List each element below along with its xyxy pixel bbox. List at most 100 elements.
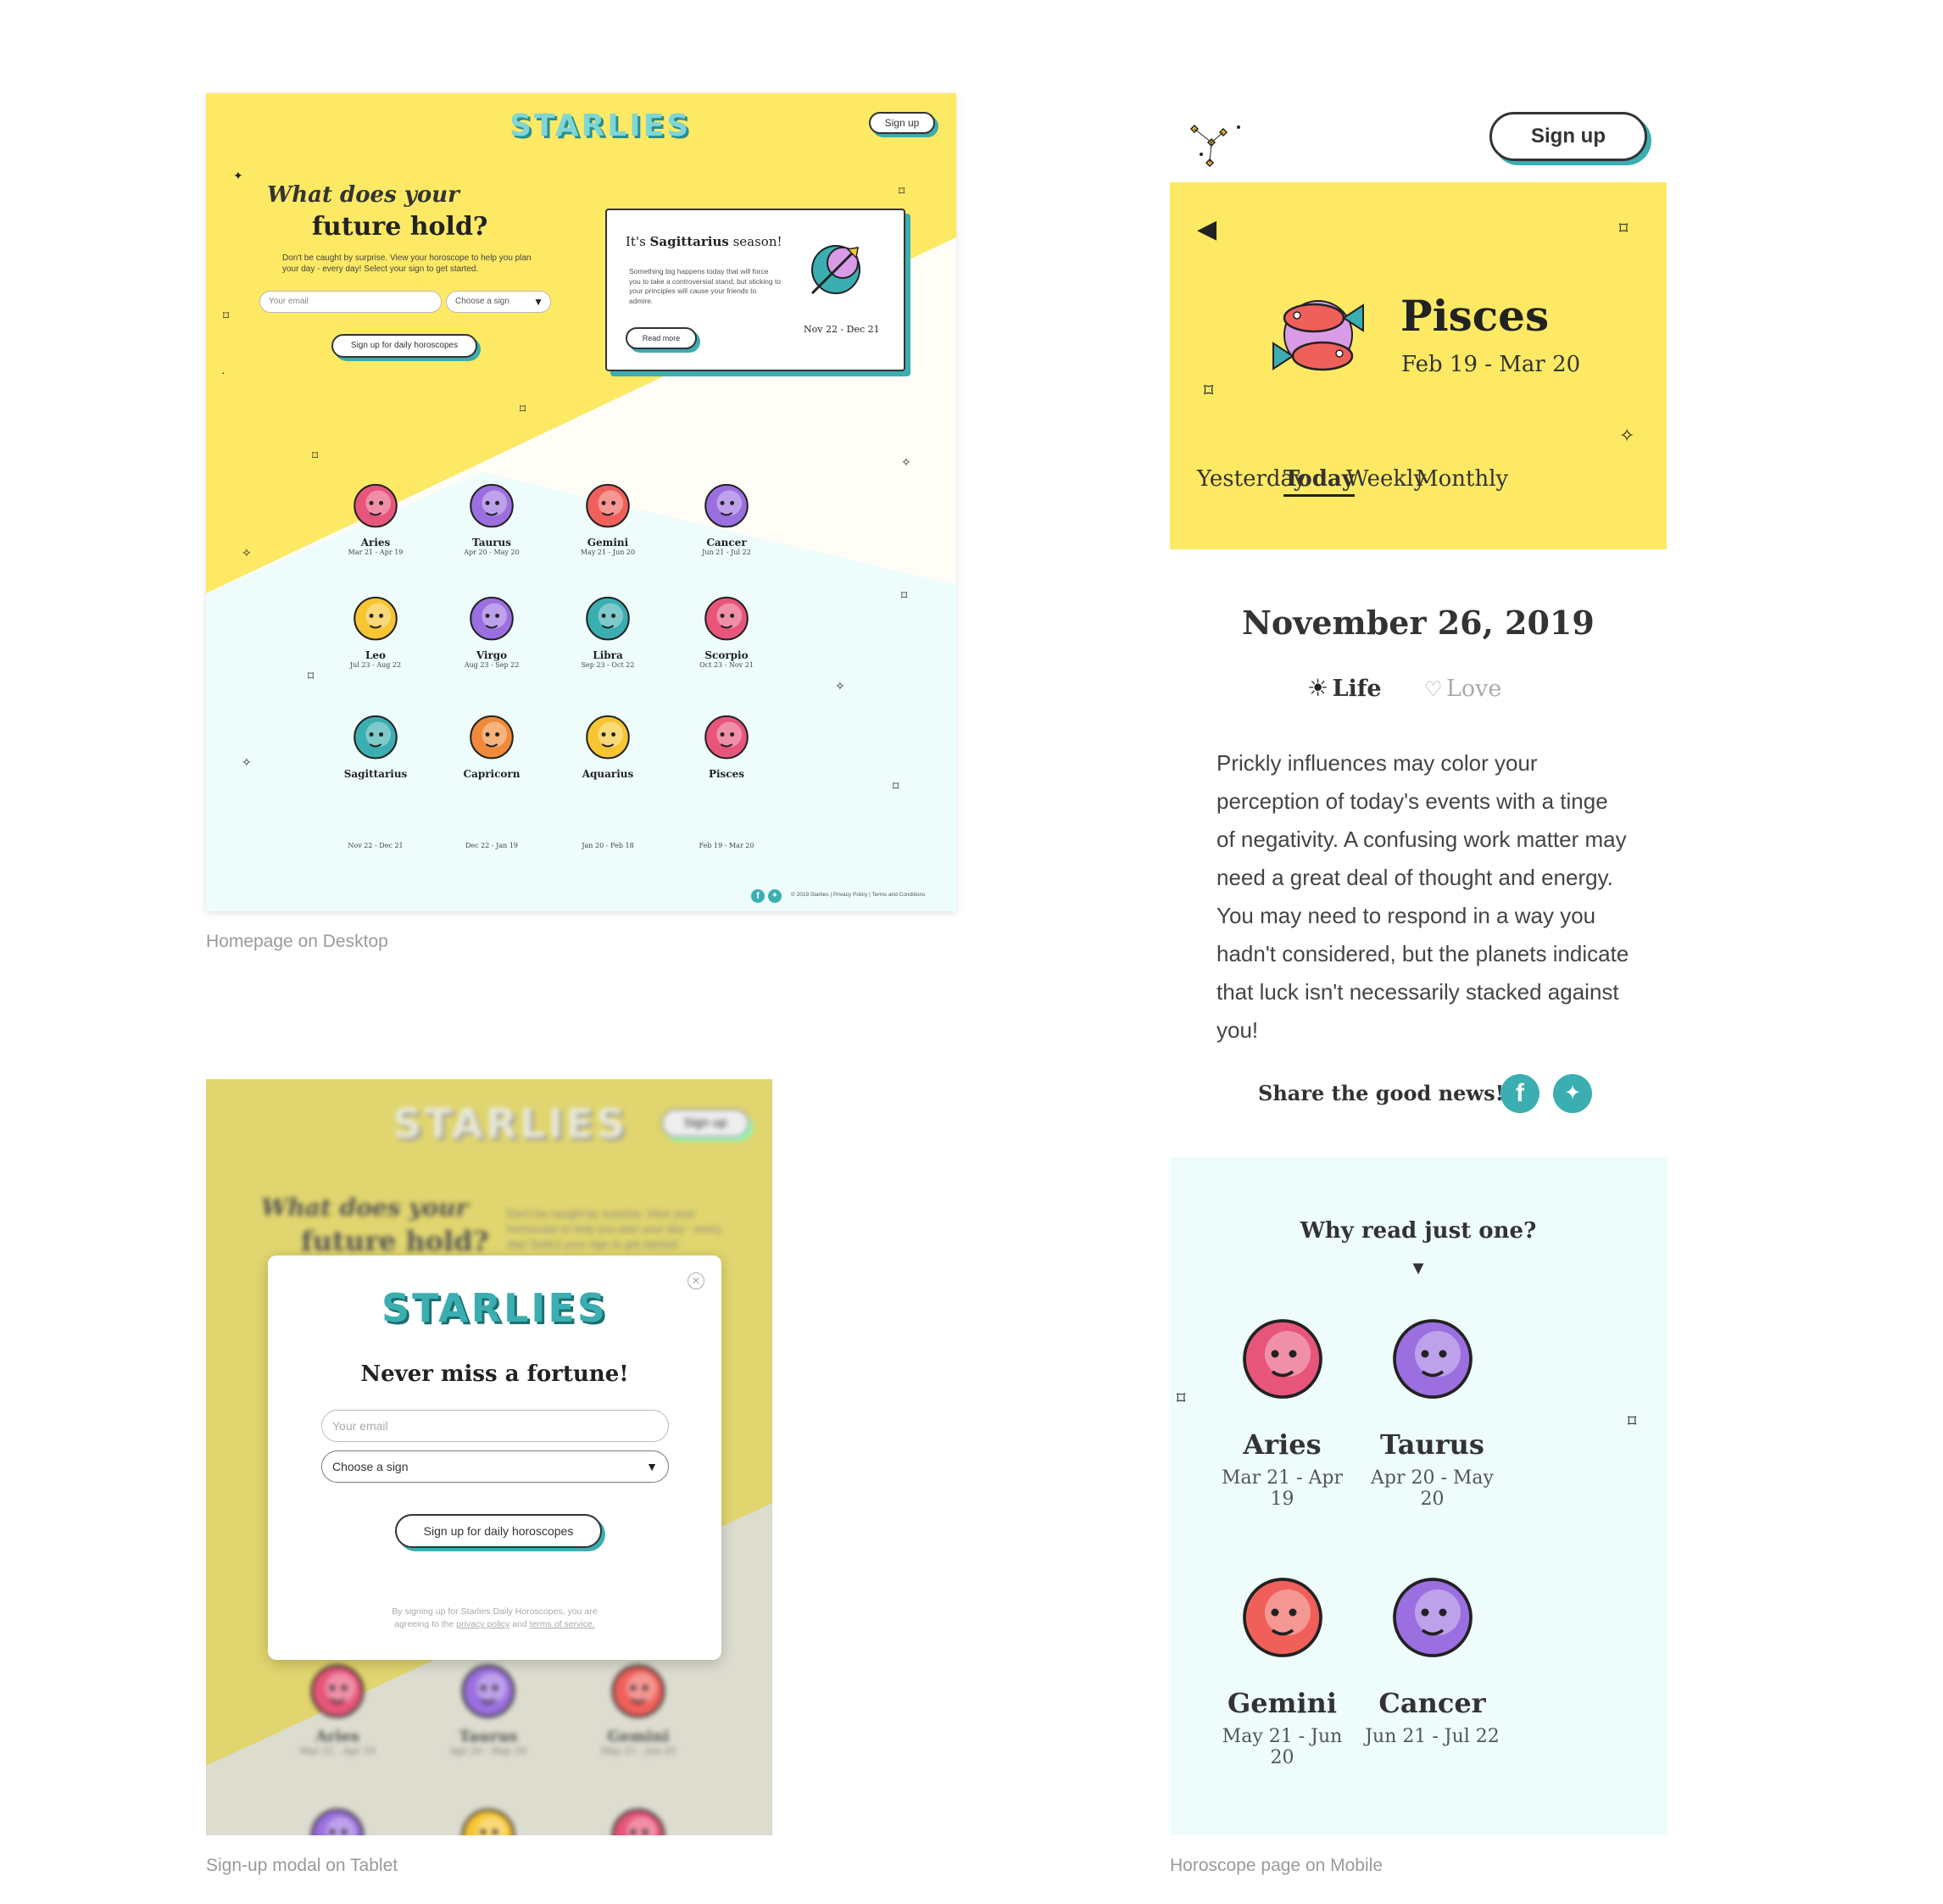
sign-dates: Sep 23 - Oct 22 xyxy=(581,661,635,669)
tab-love-label: Love xyxy=(1445,676,1502,702)
tablet-sign-taurus: Taurus Apr 20 - May 20 xyxy=(442,1656,535,1756)
sign-card-leo[interactable]: Leo Jul 23 - Aug 22 xyxy=(337,589,414,669)
tablet-signup-button: Sign up xyxy=(661,1109,749,1138)
cancer-icon xyxy=(704,483,749,528)
back-arrow-icon[interactable]: ◀ xyxy=(1197,214,1216,244)
sign-dates: May 21 - Jun 20 xyxy=(580,548,636,556)
sign-icon-wrap xyxy=(570,476,646,537)
tablet-sign-aries: Aries Mar 21 - Apr 19 xyxy=(291,1656,384,1756)
taurus-icon xyxy=(470,483,514,528)
constellation-icon[interactable] xyxy=(1183,110,1250,178)
sparkle-icon: ⌑ xyxy=(312,448,319,462)
tablet-caption: Sign-up modal on Tablet xyxy=(206,1856,398,1875)
twitter-icon[interactable]: ✦ xyxy=(1553,1074,1592,1113)
tab-love[interactable]: ♡ Love xyxy=(1424,676,1501,702)
aries-icon xyxy=(354,483,398,528)
terms-of-service-link[interactable]: terms of service. xyxy=(530,1619,595,1629)
sign-name: Sagittarius xyxy=(343,768,408,780)
sign-dates: Mar 21 - Apr 19 xyxy=(348,548,404,556)
sign-name: Cancer xyxy=(1378,1687,1486,1719)
sign-card-sagittarius[interactable]: Sagittarius Nov 22 - Dec 21 xyxy=(337,708,414,849)
libra-icon xyxy=(586,596,630,641)
sign-card-aries[interactable]: Aries Mar 21 - Apr 19 xyxy=(337,476,414,556)
sparkle-icon: ✧ xyxy=(242,755,252,769)
sign-header: ◀ ⌑ ⌑ ✧ Pisces Feb 19 - Mar 20 Yesterday… xyxy=(1170,182,1667,549)
sign-icon-wrap xyxy=(688,589,765,649)
heart-icon: ♡ xyxy=(1424,678,1443,701)
season-card: It's Sagittarius season! Something big h… xyxy=(605,209,905,371)
sign-card-virgo[interactable]: Virgo Aug 23 - Sep 22 xyxy=(454,589,530,669)
sparkle-icon: ⌑ xyxy=(893,779,899,793)
scorpio-icon xyxy=(704,596,749,641)
sign-icon-wrap xyxy=(454,589,530,649)
desktop-email-input[interactable]: Your email xyxy=(259,291,442,313)
signup-modal: ✕ STARLIES Never miss a fortune! Your em… xyxy=(268,1255,721,1660)
modal-email-input[interactable]: Your email xyxy=(321,1410,669,1442)
tablet-modal-panel: STARLIES Sign up What does your future h… xyxy=(206,1079,772,1835)
tab-life[interactable]: ☀ Life xyxy=(1307,674,1382,702)
modal-legal-line-2: agreeing to the privacy policy and terms… xyxy=(268,1619,721,1629)
desktop-cta-button[interactable]: Sign up for daily horoscopes xyxy=(331,334,477,358)
sign-card-libra[interactable]: Libra Sep 23 - Oct 22 xyxy=(570,589,646,669)
sign-name: Taurus xyxy=(459,1728,518,1745)
chevron-down-icon: ▼ xyxy=(646,1460,658,1473)
sign-card-scorpio[interactable]: Scorpio Oct 23 - Nov 21 xyxy=(688,589,765,669)
sign-card-capricorn[interactable]: Capricorn Dec 22 - Jan 19 xyxy=(454,708,530,849)
hero-description: Don't be caught by surprise. View your h… xyxy=(282,253,532,274)
tab-monthly[interactable]: Monthly xyxy=(1416,466,1508,492)
modal-legal-line-1: By signing up for Starlies Daily Horosco… xyxy=(392,1606,598,1617)
sign-dates: Jun 21 - Jul 22 xyxy=(1365,1726,1500,1747)
mobile-signup-button[interactable]: Sign up xyxy=(1489,112,1647,161)
sign-card-cancer[interactable]: Cancer Jun 21 - Jul 22 xyxy=(688,476,765,556)
season-dates: Nov 22 - Dec 21 xyxy=(804,324,880,335)
sign-icon-wrap xyxy=(688,476,765,537)
twitter-icon[interactable]: ✦ xyxy=(768,889,782,903)
desktop-sign-select[interactable]: Choose a sign ▼ xyxy=(446,291,551,313)
tab-weekly[interactable]: Weekly xyxy=(1346,466,1426,492)
privacy-policy-link[interactable]: privacy policy xyxy=(456,1619,509,1629)
sparkle-icon: ⌑ xyxy=(1619,220,1628,238)
aries-icon xyxy=(310,1664,365,1718)
hero-line-2: future hold? xyxy=(312,212,488,242)
read-more-button[interactable]: Read more xyxy=(626,327,697,349)
sign-dates: Nov 22 - Dec 21 xyxy=(348,842,404,849)
sign-card-pisces[interactable]: Pisces Feb 19 - Mar 20 xyxy=(688,708,765,849)
sign-name: Aries xyxy=(1243,1428,1322,1461)
tab-today[interactable]: Today xyxy=(1283,466,1355,497)
sign-card-aquarius[interactable]: Aquarius Jan 20 - Feb 18 xyxy=(570,708,646,849)
category-tabs: ☀ Life ♡ Love xyxy=(1170,674,1667,708)
modal-sign-select-label: Choose a sign xyxy=(332,1460,409,1473)
facebook-icon[interactable]: f xyxy=(751,889,765,903)
sign-name: Libra xyxy=(593,649,623,661)
tablet-sign-icon-partial xyxy=(303,1800,371,1835)
sign-dates: Aug 23 - Sep 22 xyxy=(464,661,520,669)
modal-sign-select[interactable]: Choose a sign ▼ xyxy=(321,1450,669,1483)
sign-card-gemini[interactable]: Gemini May 21 - Jun 20 xyxy=(570,476,646,556)
sign-name: Taurus xyxy=(471,537,512,548)
tab-life-label: Life xyxy=(1332,676,1382,702)
period-tabs: Yesterday Today Weekly Monthly xyxy=(1170,466,1667,509)
sign-name: Gemini xyxy=(1227,1687,1338,1719)
sign-name: Leo xyxy=(365,649,387,661)
more-sign-card-gemini[interactable]: Gemini May 21 - Jun 20 xyxy=(1208,1564,1356,1768)
facebook-icon[interactable]: f xyxy=(1500,1074,1539,1113)
season-body: Something big happens today that will fo… xyxy=(629,267,782,305)
season-title: It's Sagittarius season! xyxy=(626,234,782,249)
more-sign-card-taurus[interactable]: Taurus Apr 20 - May 20 xyxy=(1358,1306,1506,1510)
more-sign-card-cancer[interactable]: Cancer Jun 21 - Jul 22 xyxy=(1358,1564,1506,1747)
sign-icon-wrap xyxy=(337,589,414,649)
desktop-logo[interactable]: STARLIES xyxy=(509,109,691,143)
sparkle-icon: ⌑ xyxy=(899,184,905,198)
more-signs-section: Why read just one? ▼ ⌑ ⌑ Aries Mar 21 - A… xyxy=(1170,1157,1667,1835)
mobile-caption: Horoscope page on Mobile xyxy=(1170,1856,1383,1875)
modal-cta-button[interactable]: Sign up for daily horoscopes xyxy=(395,1514,602,1548)
more-sign-card-aries[interactable]: Aries Mar 21 - Apr 19 xyxy=(1208,1306,1356,1510)
sign-card-taurus[interactable]: Taurus Apr 20 - May 20 xyxy=(454,476,530,556)
sparkle-icon: · xyxy=(221,365,225,379)
tablet-logo: STARLIES xyxy=(392,1100,628,1148)
desktop-footer-text: © 2019 Starlies | Privacy Policy | Terms… xyxy=(791,892,926,898)
gemini-icon xyxy=(586,483,630,528)
sparkle-icon: ✧ xyxy=(835,679,845,693)
desktop-signup-button[interactable]: Sign up xyxy=(869,112,935,134)
sparkle-icon: ✦ xyxy=(233,169,243,182)
